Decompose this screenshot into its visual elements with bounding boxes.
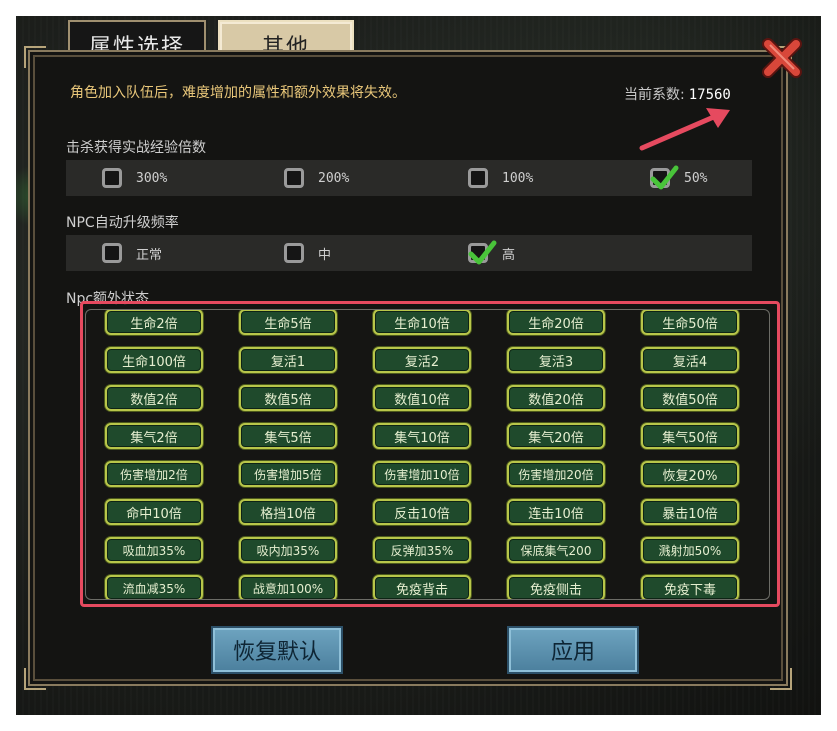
option-label: 中 xyxy=(318,247,332,263)
checkbox[interactable] xyxy=(468,168,488,188)
rate-option-high[interactable]: 高 xyxy=(468,240,516,265)
checkbox[interactable] xyxy=(284,168,304,188)
checkmark-icon xyxy=(650,165,679,190)
apply-button[interactable]: 应用 xyxy=(507,626,639,674)
checkbox[interactable] xyxy=(102,243,122,263)
option-label: 正常 xyxy=(136,247,163,263)
option-label: 50% xyxy=(684,170,708,186)
panel-corner xyxy=(24,46,46,68)
option-label: 200% xyxy=(318,170,350,186)
exp-option-300[interactable]: 300% xyxy=(102,166,167,190)
option-label: 300% xyxy=(136,170,168,186)
checkmark-icon xyxy=(468,240,497,265)
npc-level-rate-label: NPC自动升级频率 xyxy=(66,215,179,231)
close-icon[interactable] xyxy=(760,36,804,80)
option-label: 高 xyxy=(502,247,516,263)
exp-option-50[interactable]: 50% xyxy=(650,165,708,190)
npc-level-rate-options: 正常 中 高 xyxy=(66,235,752,271)
exp-option-100[interactable]: 100% xyxy=(468,166,533,190)
checkbox-checked[interactable] xyxy=(468,240,497,265)
checkbox[interactable] xyxy=(102,168,122,188)
rate-option-medium[interactable]: 中 xyxy=(284,241,331,265)
panel-corner xyxy=(24,668,46,690)
panel-corner xyxy=(770,668,792,690)
annotation-highlight-box xyxy=(80,301,780,607)
rate-option-normal[interactable]: 正常 xyxy=(102,241,162,265)
exp-option-200[interactable]: 200% xyxy=(284,166,349,190)
checkbox[interactable] xyxy=(284,243,304,263)
option-label: 100% xyxy=(502,170,534,186)
reset-default-button[interactable]: 恢复默认 xyxy=(211,626,343,674)
red-arrow-icon xyxy=(639,108,730,151)
notice-text: 角色加入队伍后，难度增加的属性和额外效果将失效。 xyxy=(70,85,406,101)
exp-multiplier-options: 300% 200% 100% 50% xyxy=(66,160,752,196)
checkbox-checked[interactable] xyxy=(650,165,679,190)
exp-multiplier-label: 击杀获得实战经验倍数 xyxy=(66,140,206,156)
